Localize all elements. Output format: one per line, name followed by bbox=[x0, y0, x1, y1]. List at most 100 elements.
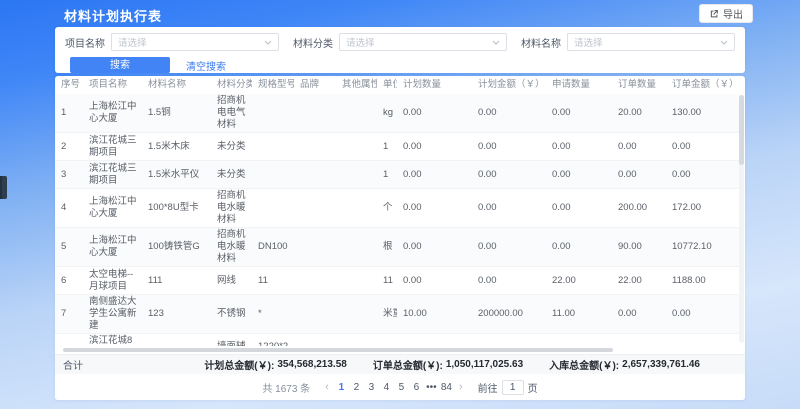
table-cell bbox=[294, 228, 336, 267]
page-button[interactable]: 4 bbox=[379, 382, 394, 393]
column-header: 计划金额（￥） bbox=[472, 76, 546, 94]
table-cell: 0.00 bbox=[666, 161, 739, 189]
column-header: 订单数量 bbox=[612, 76, 666, 94]
table-cell: 0.00 bbox=[666, 295, 739, 334]
table-cell: 0.00 bbox=[472, 334, 546, 347]
column-header: 单位 bbox=[377, 76, 397, 94]
horizontal-scrollbar-thumb[interactable] bbox=[63, 348, 613, 352]
goto-label: 前往 bbox=[478, 380, 498, 395]
table-cell bbox=[336, 228, 377, 267]
table-cell: 1.00 bbox=[546, 334, 612, 347]
table-cell: 1 bbox=[377, 161, 397, 189]
page-title: 材料计划执行表 bbox=[64, 6, 162, 25]
table-cell: 上海松江中心大厦 bbox=[83, 228, 142, 267]
table-cell: 0.00 bbox=[397, 228, 472, 267]
table-cell bbox=[252, 189, 294, 228]
table-row: 5上海松江中心大厦100铸铁管G招商机电水暖材料DN100根0.000.000.… bbox=[55, 228, 739, 267]
table-cell bbox=[336, 189, 377, 228]
table-cell: 0.00 bbox=[546, 133, 612, 161]
column-header: 品牌 bbox=[294, 76, 336, 94]
table-cell bbox=[294, 94, 336, 133]
next-page-button[interactable]: › bbox=[454, 381, 468, 393]
table-cell bbox=[336, 94, 377, 133]
table-cell: 100*8U型卡 bbox=[142, 189, 211, 228]
export-button[interactable]: 导出 bbox=[699, 4, 753, 23]
page-ellipsis[interactable]: ••• bbox=[424, 382, 439, 393]
plan-total-value: 354,568,213.58 bbox=[277, 359, 347, 370]
page-button[interactable]: 5 bbox=[394, 382, 409, 393]
table-row: 7南侧盛达大学生公寓新建123不锈钢*米重10.00200000.0011.00… bbox=[55, 295, 739, 334]
table-row: 4上海松江中心大厦100*8U型卡招商机电水暖材料个0.000.000.0020… bbox=[55, 189, 739, 228]
table-cell: 0.00 bbox=[397, 189, 472, 228]
sidebar-collapse-handle[interactable] bbox=[0, 176, 7, 199]
export-label: 导出 bbox=[723, 6, 743, 21]
table-cell: 22.00 bbox=[612, 267, 666, 295]
table-cell: 0.00 bbox=[546, 228, 612, 267]
table-cell: 滨江花城三期项目 bbox=[83, 133, 142, 161]
column-header: 计划数量 bbox=[397, 76, 472, 94]
table-cell: 0.00 bbox=[397, 133, 472, 161]
column-header: 序号 bbox=[55, 76, 83, 94]
plan-total-label: 计划总金额(￥): bbox=[204, 357, 274, 372]
goto-page-input[interactable] bbox=[502, 380, 524, 395]
table-cell: 22.00 bbox=[546, 267, 612, 295]
table-cell: 172.00 bbox=[666, 189, 739, 228]
table-cell: 11 bbox=[252, 267, 294, 295]
table-cell: 1.5铜 bbox=[142, 94, 211, 133]
chevron-down-icon bbox=[720, 37, 728, 48]
table-cell: 1220*2440*12 bbox=[252, 334, 294, 347]
search-button[interactable]: 搜索 bbox=[70, 57, 170, 73]
table-cell: 6 bbox=[55, 267, 83, 295]
table-cell: 11 bbox=[377, 267, 397, 295]
page-button[interactable]: 3 bbox=[364, 382, 379, 393]
table-row: 3滨江花城三期项目1.5米水平仪未分类10.000.000.000.000.00 bbox=[55, 161, 739, 189]
table-cell: 130.00 bbox=[666, 94, 739, 133]
table-cell: 米重 bbox=[377, 295, 397, 334]
table-cell: 0.00 bbox=[472, 267, 546, 295]
table-cell: 招商机电电气材料 bbox=[211, 94, 252, 133]
table-cell: 0.00 bbox=[472, 94, 546, 133]
table-cell: 0.00 bbox=[666, 334, 739, 347]
table-cell: 0.00 bbox=[666, 133, 739, 161]
table-cell: 0.00 bbox=[472, 189, 546, 228]
table-cell bbox=[294, 295, 336, 334]
table-cell: 招商机电水暖材料 bbox=[211, 228, 252, 267]
page-button[interactable]: 84 bbox=[439, 382, 454, 393]
table-cell: 90.00 bbox=[612, 228, 666, 267]
table-cell: 0.00 bbox=[397, 94, 472, 133]
table-cell: 太空电梯--月球项目 bbox=[83, 267, 142, 295]
table-cell bbox=[336, 295, 377, 334]
column-header: 订单金额（￥） bbox=[666, 76, 739, 94]
table-cell bbox=[336, 161, 377, 189]
project-name-label: 项目名称 bbox=[65, 35, 105, 50]
table-cell: 3 bbox=[55, 161, 83, 189]
clear-search-link[interactable]: 清空搜索 bbox=[186, 58, 226, 73]
prev-page-button[interactable]: ‹ bbox=[320, 381, 334, 393]
page-button[interactable]: 1 bbox=[334, 382, 349, 393]
table-cell bbox=[336, 334, 377, 347]
table-cell: 11.00 bbox=[546, 295, 612, 334]
horizontal-scrollbar[interactable] bbox=[55, 346, 745, 354]
page-button[interactable]: 6 bbox=[409, 382, 424, 393]
table-cell bbox=[336, 267, 377, 295]
material-category-select[interactable]: 请选择 bbox=[339, 33, 507, 51]
table-cell: 个 bbox=[377, 189, 397, 228]
table-cell: 8 bbox=[55, 334, 83, 347]
materials-table: 序号项目名称材料名称材料分类规格型号品牌其他属性单位计划数量计划金额（￥）申请数… bbox=[55, 76, 739, 346]
material-name-select[interactable]: 请选择 bbox=[567, 33, 735, 51]
table-cell: 1.5米木床 bbox=[142, 133, 211, 161]
material-category-placeholder: 请选择 bbox=[346, 35, 375, 49]
vertical-scrollbar[interactable] bbox=[739, 95, 744, 343]
table-cell: 0.00 bbox=[612, 295, 666, 334]
vertical-scrollbar-thumb[interactable] bbox=[739, 95, 744, 165]
column-header: 项目名称 bbox=[83, 76, 142, 94]
inbound-total: 入库总金额(￥): 2,657,339,761.46 bbox=[549, 357, 700, 372]
table-cell: 南侧盛达大学生公寓新建 bbox=[83, 295, 142, 334]
table-row: 8滨江花城8期项目-分包12石膏板墙面辅材1220*2440*12龙牌桶0.00… bbox=[55, 334, 739, 347]
project-name-select[interactable]: 请选择 bbox=[111, 33, 279, 51]
page-button[interactable]: 2 bbox=[349, 382, 364, 393]
table-cell: 200000.00 bbox=[472, 295, 546, 334]
table-cell: 未分类 bbox=[211, 133, 252, 161]
table-cell: 20.00 bbox=[612, 94, 666, 133]
table-cell: 1.5米水平仪 bbox=[142, 161, 211, 189]
